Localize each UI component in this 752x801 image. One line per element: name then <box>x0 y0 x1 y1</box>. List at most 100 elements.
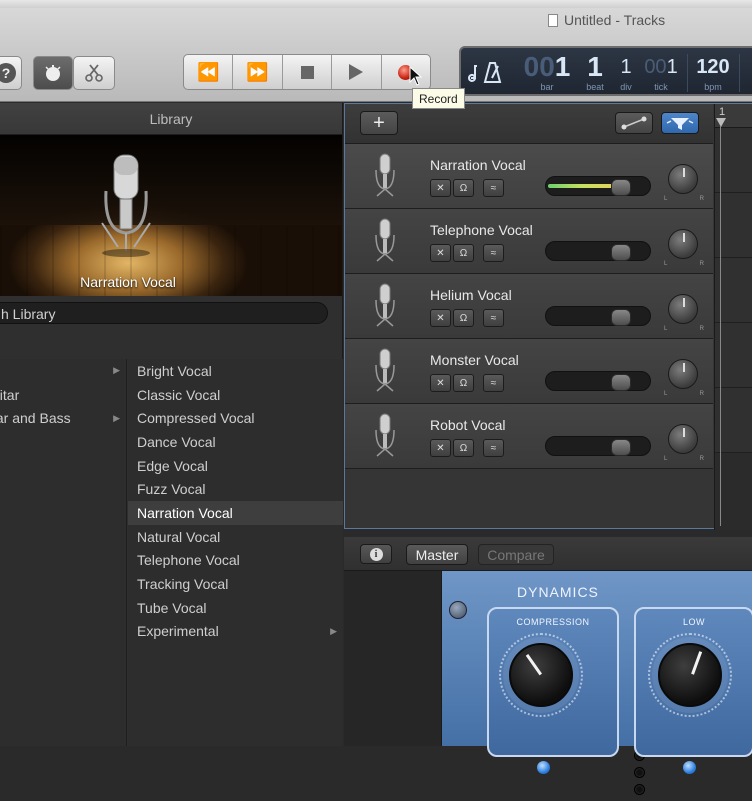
input-monitor-button[interactable]: ≈ <box>483 374 504 392</box>
solo-button[interactable]: Ω <box>453 244 474 262</box>
volume-slider-knob[interactable] <box>611 309 631 326</box>
volume-slider[interactable] <box>545 436 651 456</box>
track-filter-button[interactable] <box>661 112 699 134</box>
lcd-display[interactable]: 001 bar 1 beat 1 div 001 tick 120 bpm <box>459 46 752 96</box>
disclosure-arrow-icon: ▶ <box>113 365 120 376</box>
library-patch-item[interactable]: Classic Vocal <box>128 383 343 407</box>
playhead-icon[interactable] <box>716 118 726 127</box>
main-toolbar: Untitled - Tracks ? ⏪ ⏩ 001 bar 1 beat 1… <box>0 8 752 102</box>
volume-slider-knob[interactable] <box>611 179 631 196</box>
track-header[interactable]: Narration Vocal ✕ Ω ≈ L R <box>345 144 713 209</box>
low-knob[interactable] <box>658 643 722 707</box>
menu-bar <box>0 0 752 8</box>
track-name[interactable]: Robot Vocal <box>430 417 506 433</box>
input-monitor-button[interactable]: ≈ <box>483 179 504 197</box>
volume-slider[interactable] <box>545 371 651 391</box>
headphones-icon: Ω <box>459 182 468 194</box>
volume-slider[interactable] <box>545 306 651 326</box>
solo-button[interactable]: Ω <box>453 374 474 392</box>
library-category-label: tar and Bass <box>0 410 71 427</box>
automation-button[interactable] <box>615 112 653 134</box>
pan-knob[interactable] <box>668 424 698 454</box>
track-header[interactable]: Helium Vocal ✕ Ω ≈ L R <box>345 274 713 339</box>
library-patch-item[interactable]: Narration Vocal <box>128 501 343 525</box>
track-name[interactable]: Monster Vocal <box>430 352 519 368</box>
library-patch-item[interactable]: Dance Vocal <box>128 430 343 454</box>
input-monitoring-icon: ≈ <box>490 442 497 454</box>
input-monitoring-icon: ≈ <box>490 182 497 194</box>
timeline[interactable]: 1 <box>714 104 752 530</box>
metronome-icon <box>468 62 502 83</box>
transport-controls: ⏪ ⏩ <box>183 54 431 90</box>
track-header[interactable]: Monster Vocal ✕ Ω ≈ L R <box>345 339 713 404</box>
input-monitoring-icon: ≈ <box>490 312 497 324</box>
play-button[interactable] <box>332 55 382 89</box>
track-header[interactable]: Telephone Vocal ✕ Ω ≈ L R <box>345 209 713 274</box>
volume-slider[interactable] <box>545 176 651 196</box>
volume-slider[interactable] <box>545 241 651 261</box>
lcd-div-label: div <box>620 82 632 92</box>
pan-knob[interactable] <box>668 294 698 324</box>
screw-icon <box>449 601 467 619</box>
smart-controls-panel: i Master Compare DYNAMICS COMPRESSION LO… <box>344 537 752 795</box>
solo-button[interactable]: Ω <box>453 179 474 197</box>
library-patch-item[interactable]: Tube Vocal <box>128 596 343 620</box>
library-patch-item[interactable]: Bright Vocal <box>128 359 343 383</box>
input-monitor-button[interactable]: ≈ <box>483 309 504 327</box>
info-button[interactable]: i <box>360 544 392 564</box>
add-track-button[interactable]: + <box>360 111 398 135</box>
track-header[interactable]: Robot Vocal ✕ Ω ≈ L R <box>345 404 713 469</box>
compare-button[interactable]: Compare <box>478 544 554 565</box>
smart-controls-button[interactable] <box>33 56 73 90</box>
library-search-field[interactable] <box>0 302 328 324</box>
master-button[interactable]: Master <box>406 544 468 565</box>
track-name[interactable]: Telephone Vocal <box>430 222 533 238</box>
solo-button[interactable]: Ω <box>453 309 474 327</box>
mute-icon: ✕ <box>436 377 445 389</box>
library-category-item[interactable]: ▶ <box>0 359 120 383</box>
library-patch-item[interactable]: Natural Vocal <box>128 525 343 549</box>
track-name[interactable]: Narration Vocal <box>430 157 526 173</box>
solo-button[interactable]: Ω <box>453 439 474 457</box>
stop-button[interactable] <box>283 55 333 89</box>
input-monitor-button[interactable]: ≈ <box>483 244 504 262</box>
lcd-bar-label: bar <box>540 82 554 92</box>
mute-icon: ✕ <box>436 442 445 454</box>
library-patch-label: Fuzz Vocal <box>137 481 206 498</box>
rewind-button[interactable]: ⏪ <box>184 55 234 89</box>
mute-button[interactable]: ✕ <box>430 309 451 327</box>
automation-icon <box>621 116 647 130</box>
library-patch-item[interactable]: Compressed Vocal <box>128 406 343 430</box>
library-patch-label: Bright Vocal <box>137 362 212 379</box>
library-panel: Library Narration Vocal ▶ uitar tar and Ba… <box>0 103 343 746</box>
library-patch-item[interactable]: Telephone Vocal <box>128 549 343 573</box>
smart-controls-sidebar <box>344 571 441 746</box>
quick-help-button[interactable]: ? <box>0 56 22 90</box>
mute-button[interactable]: ✕ <box>430 374 451 392</box>
volume-slider-knob[interactable] <box>611 374 631 391</box>
track-name[interactable]: Helium Vocal <box>430 287 512 303</box>
mute-button[interactable]: ✕ <box>430 439 451 457</box>
volume-slider-knob[interactable] <box>611 244 631 261</box>
volume-slider-knob[interactable] <box>611 439 631 456</box>
compression-indicator-light <box>537 761 550 774</box>
mute-button[interactable]: ✕ <box>430 244 451 262</box>
pan-knob[interactable] <box>668 164 698 194</box>
compression-label: COMPRESSION <box>516 617 590 627</box>
pan-knob[interactable] <box>668 229 698 259</box>
library-category-item[interactable]: tar and Bass ▶ <box>0 406 120 430</box>
library-patch-item[interactable]: Fuzz Vocal <box>128 477 343 501</box>
fast-forward-button[interactable]: ⏩ <box>233 55 283 89</box>
library-patch-item[interactable]: Edge Vocal <box>128 454 343 478</box>
ruler-bar-label: 1 <box>719 106 726 118</box>
library-category-item[interactable]: uitar <box>0 383 118 407</box>
library-patch-item[interactable]: Tracking Vocal <box>128 572 343 596</box>
input-monitor-button[interactable]: ≈ <box>483 439 504 457</box>
pan-knob[interactable] <box>668 359 698 389</box>
library-patch-item[interactable]: Experimental ▶ <box>128 620 343 644</box>
editors-button[interactable] <box>73 56 115 90</box>
compression-knob[interactable] <box>509 643 573 707</box>
mute-button[interactable]: ✕ <box>430 179 451 197</box>
mouse-pointer-icon <box>409 66 423 86</box>
library-patch-label: Classic Vocal <box>137 386 221 403</box>
